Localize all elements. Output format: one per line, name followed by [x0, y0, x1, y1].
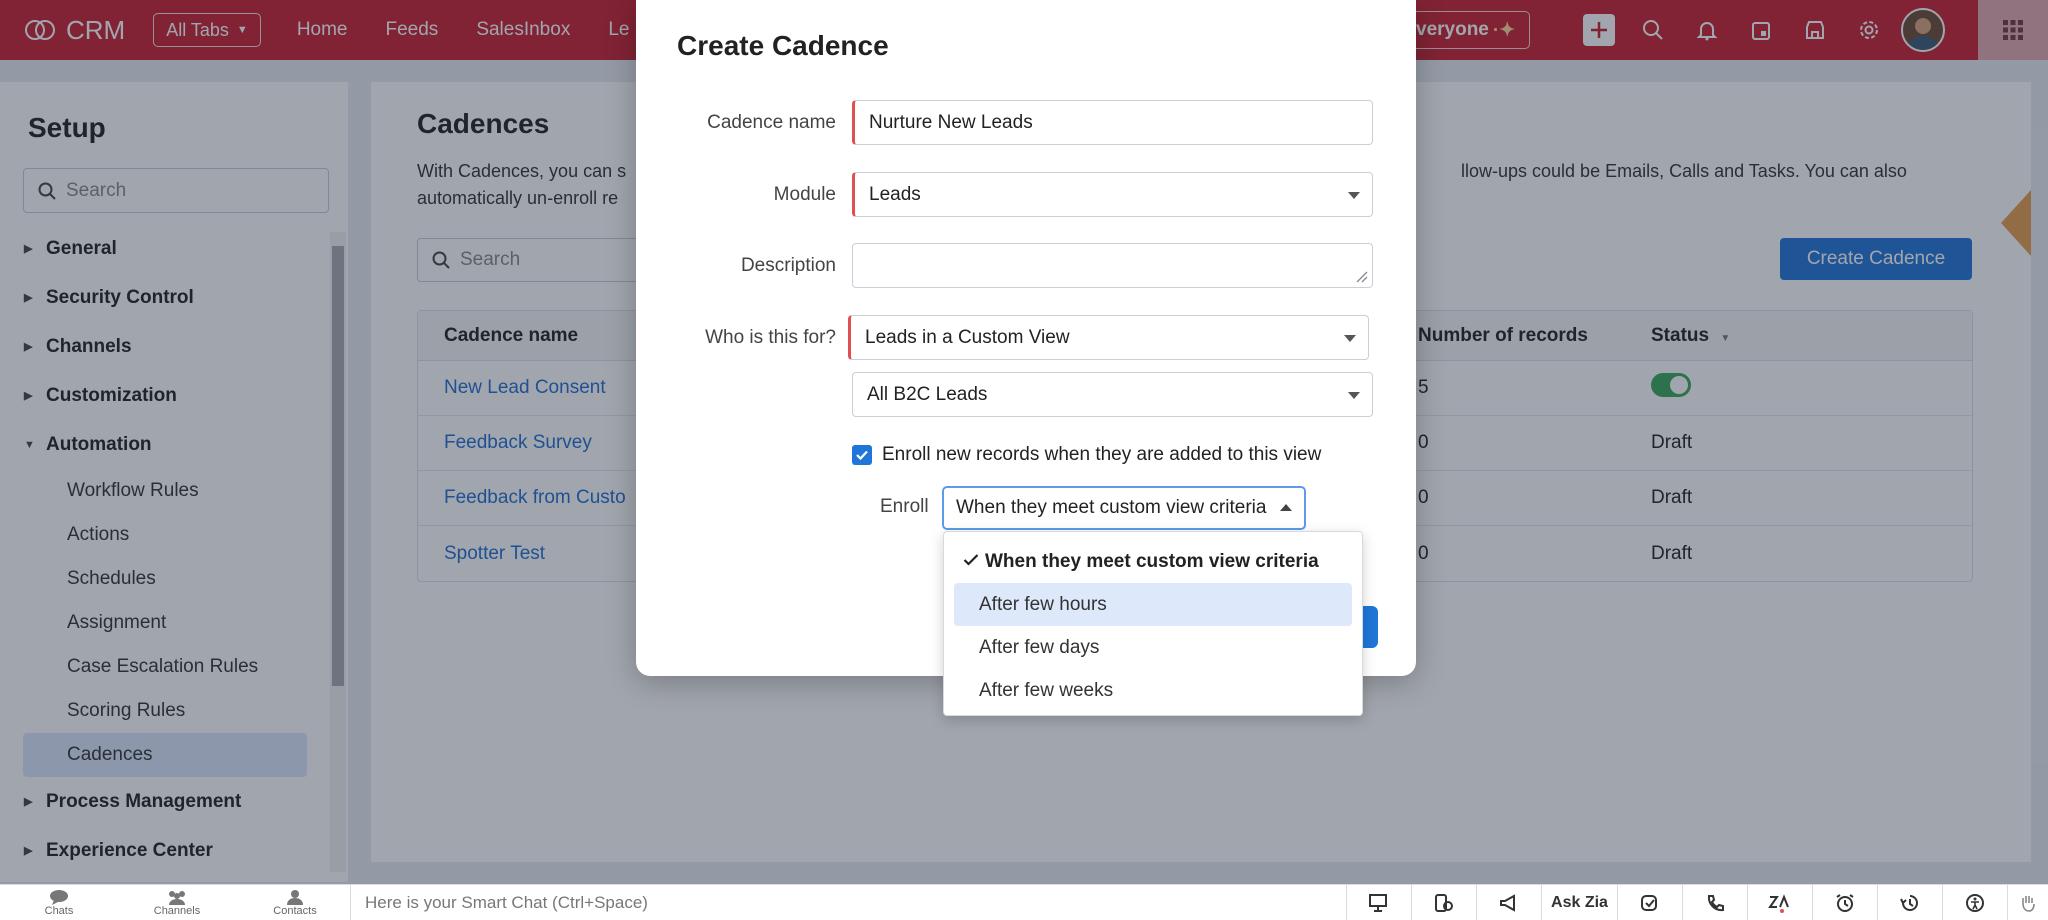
dropdown-option[interactable]: When they meet custom view criteria — [954, 540, 1352, 583]
description-label: Description — [740, 255, 836, 276]
smart-chat-input[interactable]: Here is your Smart Chat (Ctrl+Space) — [350, 885, 1346, 920]
chevron-down-icon — [1348, 392, 1360, 399]
resize-handle-icon[interactable] — [1354, 269, 1368, 283]
cadence-name-input[interactable]: Nurture New Leads — [852, 100, 1373, 145]
enroll-select[interactable]: When they meet custom view criteria — [942, 486, 1306, 530]
contact-icon — [287, 889, 303, 905]
dropdown-option-label: When they meet custom view criteria — [985, 550, 1319, 572]
contacts-label: Contacts — [273, 904, 317, 917]
cadence-name-value: Nurture New Leads — [869, 111, 1033, 133]
module-value: Leads — [869, 183, 921, 205]
phone-icon[interactable] — [1682, 885, 1747, 920]
enroll-dropdown-menu: When they meet custom view criteria Afte… — [943, 531, 1363, 716]
device-icon[interactable] — [1411, 885, 1476, 920]
enroll-new-records-checkbox-row[interactable]: Enroll new records when they are added t… — [852, 444, 1321, 466]
smart-chat-placeholder: Here is your Smart Chat (Ctrl+Space) — [365, 893, 648, 912]
channels-icon — [169, 890, 185, 905]
chats-label: Chats — [44, 904, 74, 917]
who-is-this-for-select[interactable]: Leads in a Custom View — [848, 315, 1369, 360]
screen-share-icon[interactable] — [1346, 885, 1411, 920]
description-textarea[interactable] — [852, 243, 1373, 288]
chat-icon — [50, 889, 68, 905]
enroll-checkbox[interactable] — [852, 445, 872, 465]
accessibility-icon[interactable] — [1942, 885, 2007, 920]
enroll-value: When they meet custom view criteria — [956, 497, 1267, 518]
contacts-button[interactable]: Contacts — [236, 889, 354, 917]
custom-view-value: All B2C Leads — [867, 383, 988, 405]
bottom-icons: Ask Zia — [1346, 885, 2047, 920]
chats-button[interactable]: Chats — [0, 889, 118, 917]
hand-icon[interactable] — [2007, 885, 2047, 920]
enroll-label: Enroll — [880, 496, 929, 517]
dialog-title: Create Cadence — [677, 30, 889, 61]
bottom-bar: Chats Channels Contacts Here is your Sma… — [0, 884, 2048, 920]
dropdown-option[interactable]: After few hours — [954, 583, 1352, 626]
dropdown-option[interactable]: After few weeks — [954, 669, 1352, 712]
chevron-down-icon — [1348, 192, 1360, 199]
cadence-name-label: Cadence name — [707, 112, 836, 133]
module-select[interactable]: Leads — [852, 172, 1373, 217]
custom-view-select[interactable]: All B2C Leads — [852, 372, 1373, 417]
who-value: Leads in a Custom View — [865, 326, 1070, 348]
checklist-icon[interactable] — [1617, 885, 1682, 920]
alarm-icon[interactable] — [1812, 885, 1877, 920]
channels-label: Channels — [153, 904, 201, 917]
history-icon[interactable] — [1877, 885, 1942, 920]
chevron-up-icon — [1280, 504, 1292, 511]
enroll-checkbox-label: Enroll new records when they are added t… — [882, 444, 1322, 465]
dropdown-option[interactable]: After few days — [954, 626, 1352, 669]
check-icon — [856, 450, 868, 461]
channels-button[interactable]: Channels — [118, 889, 236, 917]
zia-icon[interactable] — [1747, 885, 1812, 920]
checkmark-icon — [963, 551, 979, 573]
module-label: Module — [773, 184, 836, 205]
ask-zia-button[interactable]: Ask Zia — [1541, 885, 1617, 920]
chevron-down-icon — [1344, 335, 1356, 342]
who-is-this-for-label: Who is this for? — [705, 327, 836, 348]
megaphone-icon[interactable] — [1476, 885, 1541, 920]
